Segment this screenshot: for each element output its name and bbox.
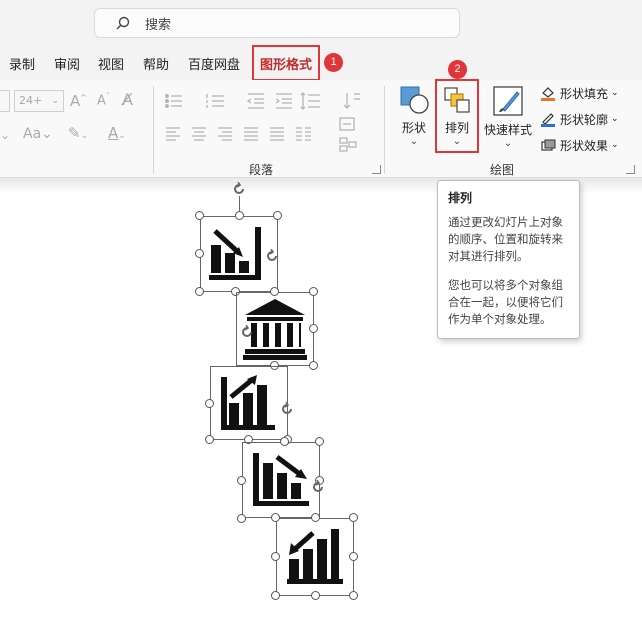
- increase-indent-icon: [275, 93, 292, 109]
- step-badge-1: 1: [324, 53, 343, 72]
- quick-style-button[interactable]: 快速样式 ⌄: [481, 84, 535, 149]
- selected-chart-icon-2[interactable]: [210, 366, 288, 440]
- quick-style-icon: [493, 86, 523, 116]
- bar-chart-down-icon: [253, 453, 309, 506]
- bar-chart-arrow-icon: [287, 529, 343, 584]
- rotate-handle-icon[interactable]: [280, 402, 294, 416]
- font-name-dropdown[interactable]: [0, 90, 10, 112]
- arrange-button[interactable]: 排列 ⌄: [437, 84, 477, 147]
- shape-fill-button[interactable]: 形状填充 ⌄: [540, 82, 619, 104]
- ribbon-tabs: 录制 审阅 视图 帮助 百度网盘 图形格式: [0, 46, 642, 80]
- tab-record[interactable]: 录制: [9, 54, 35, 73]
- fill-bucket-icon: [541, 87, 555, 101]
- distributed-icon: [270, 127, 284, 141]
- step-badge-2: 2: [448, 60, 467, 79]
- align-right-icon: [218, 127, 232, 141]
- tab-review[interactable]: 审阅: [54, 54, 80, 73]
- drawing-dialog-launcher[interactable]: [626, 165, 635, 174]
- smartart-icon: [339, 137, 357, 152]
- bar-chart-up-icon: [221, 375, 275, 430]
- change-case-icon[interactable]: Aa⌄: [23, 126, 53, 142]
- align-left-icon: [166, 127, 180, 141]
- paragraph-group-label: 段落: [249, 163, 274, 177]
- rotate-handle-icon[interactable]: [232, 182, 246, 196]
- selected-chart-icon-4[interactable]: [276, 518, 354, 596]
- columns-icon: [296, 127, 311, 141]
- drawing-group-label: 绘图: [490, 163, 515, 177]
- grow-font-icon[interactable]: A^: [70, 92, 87, 110]
- align-center-icon: [192, 127, 206, 141]
- text-direction-icon: [343, 93, 360, 109]
- search-box[interactable]: 搜索: [94, 8, 460, 38]
- tab-help[interactable]: 帮助: [143, 54, 169, 73]
- font-color-icon[interactable]: A⌄: [108, 124, 126, 142]
- paragraph-controls[interactable]: [162, 90, 382, 160]
- clear-format-icon[interactable]: A̸: [122, 90, 133, 109]
- rotate-handle-icon[interactable]: [265, 249, 279, 263]
- font-size-dropdown[interactable]: 24+ ⌄: [14, 90, 64, 112]
- align-text-icon: [339, 117, 355, 131]
- shape-effects-button[interactable]: 形状效果 ⌄: [540, 134, 619, 156]
- search-icon: [116, 16, 130, 30]
- effects-icon: [541, 139, 556, 151]
- arrange-icon: [444, 87, 470, 113]
- highlight-icon[interactable]: ✎⌄: [68, 124, 88, 142]
- slide-canvas[interactable]: [0, 182, 642, 637]
- tab-baidu-netdisk[interactable]: 百度网盘: [188, 54, 240, 73]
- shape-format-highlight: [252, 45, 320, 81]
- shape-outline-button[interactable]: 形状轮廓 ⌄: [540, 108, 619, 130]
- line-spacing-icon: [300, 92, 320, 110]
- outline-pen-icon: [541, 113, 555, 127]
- justify-icon: [244, 127, 258, 141]
- selected-chart-icon-3[interactable]: [242, 442, 320, 518]
- shape-button[interactable]: 形状 ⌄: [394, 84, 434, 147]
- numbering-icon: [206, 94, 224, 108]
- bullets-icon: [165, 94, 182, 108]
- font-size-value: 24+: [19, 94, 43, 107]
- rotate-handle-icon[interactable]: [311, 480, 325, 494]
- decrease-indent-icon: [246, 93, 264, 109]
- search-placeholder: 搜索: [145, 17, 172, 33]
- shapes-icon: [400, 86, 429, 114]
- tab-view[interactable]: 视图: [98, 54, 124, 73]
- paragraph-dialog-launcher[interactable]: [372, 165, 381, 174]
- title-bar: 搜索: [0, 0, 642, 46]
- rotate-handle-icon[interactable]: [240, 325, 254, 339]
- shrink-font-icon[interactable]: Aˇ: [97, 92, 110, 108]
